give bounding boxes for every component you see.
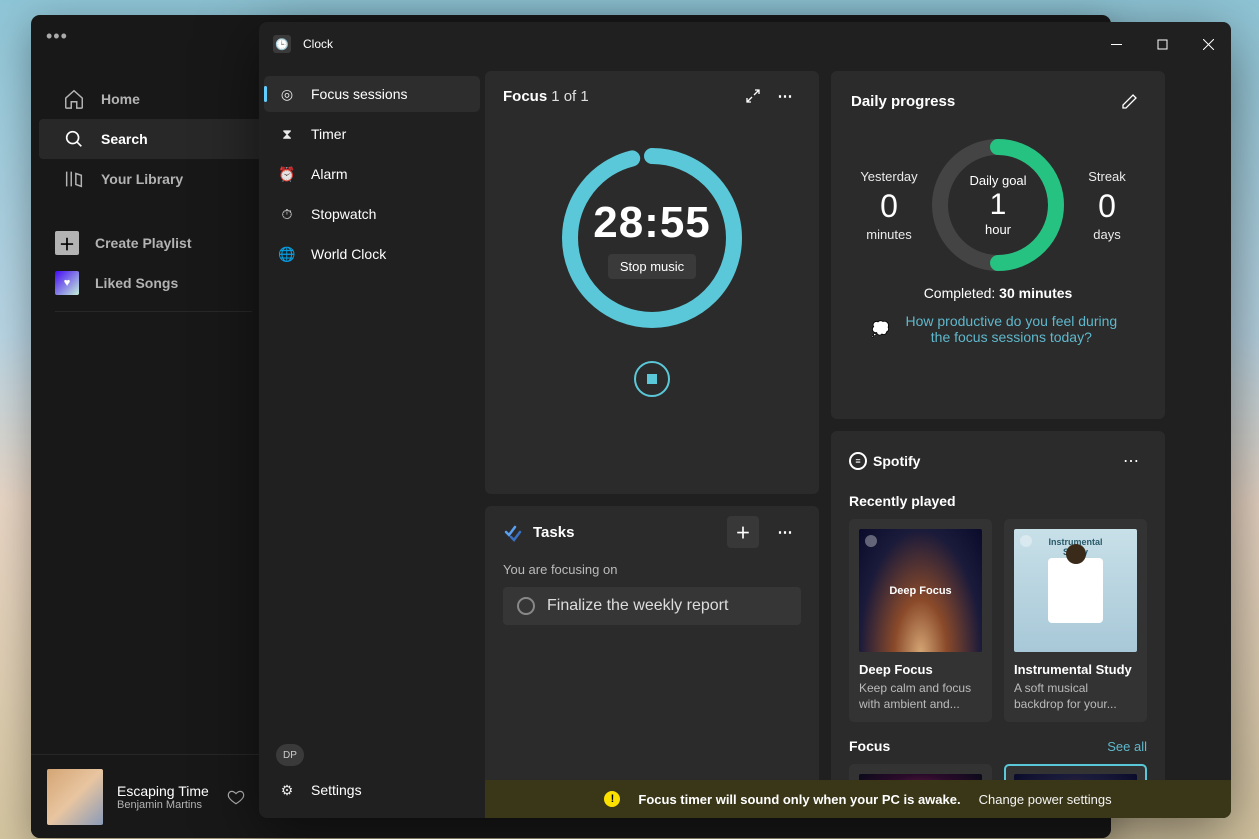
goal-progress-ring: Daily goal 1 hour — [928, 135, 1068, 275]
nav-label: Liked Songs — [95, 275, 178, 291]
nav-settings[interactable]: ⚙ Settings — [264, 772, 480, 808]
daily-progress-card: Daily progress Yesterday 0 minutes — [831, 71, 1165, 419]
album-art[interactable] — [47, 769, 103, 825]
task-checkbox[interactable] — [517, 597, 535, 615]
focus-counter: 1 of 1 — [551, 88, 589, 105]
library-icon — [63, 168, 85, 190]
task-label: Finalize the weekly report — [547, 597, 728, 615]
more-icon[interactable]: ⋯ — [769, 80, 801, 112]
playlist-desc: A soft musical backdrop for your... — [1014, 681, 1137, 712]
nav-label: Your Library — [101, 171, 183, 187]
liked-songs-button[interactable]: ♥ Liked Songs — [31, 263, 276, 303]
alarm-icon: ⏰ — [278, 166, 296, 183]
clock-app-icon: 🕒 — [273, 35, 291, 53]
playlist-art: Deep Focus — [859, 529, 982, 652]
more-icon[interactable]: ⋯ — [1115, 445, 1147, 477]
divider — [55, 311, 252, 312]
heart-icon: ♥ — [55, 271, 79, 295]
playlist-card[interactable]: InstrumentalStudy Instrumental Study A s… — [1004, 519, 1147, 722]
focus-title: Focus — [503, 88, 547, 105]
playlist-card[interactable]: Deep Focus Deep Focus Keep calm and focu… — [849, 519, 992, 722]
todo-icon — [503, 522, 523, 542]
nav-focus-sessions[interactable]: ◎ Focus sessions — [264, 76, 480, 112]
track-artist[interactable]: Benjamin Martins — [117, 799, 209, 811]
nav-world-clock[interactable]: 🌐 World Clock — [264, 236, 480, 272]
recently-played-heading: Recently played — [849, 493, 1147, 509]
tasks-title: Tasks — [533, 524, 574, 541]
playlist-desc: Keep calm and focus with ambient and... — [859, 681, 982, 712]
nav-label: Home — [101, 91, 140, 107]
nav-label: Stopwatch — [311, 206, 376, 222]
plus-icon: ＋ — [55, 231, 79, 255]
nav-label: Focus sessions — [311, 86, 407, 102]
playlist-name: Deep Focus — [859, 662, 982, 677]
warning-bar: ! Focus timer will sound only when your … — [485, 780, 1231, 818]
maximize-button[interactable] — [1139, 27, 1185, 61]
globe-icon: 🌐 — [278, 246, 296, 263]
clock-sidebar: ◎ Focus sessions ⧗ Timer ⏰ Alarm ⏱ Stopwatch… — [259, 66, 485, 818]
home-icon — [63, 88, 85, 110]
nav-label: World Clock — [311, 246, 386, 262]
feedback-link[interactable]: 💭 How productive do you feel during the … — [851, 313, 1145, 345]
nav-alarm[interactable]: ⏰ Alarm — [264, 156, 480, 192]
daily-title: Daily progress — [851, 93, 955, 110]
hourglass-icon: ⧗ — [278, 126, 296, 143]
sidebar-item-home[interactable]: Home — [39, 79, 268, 119]
sidebar-item-library[interactable]: Your Library — [39, 159, 268, 199]
stat-streak: Streak 0 days — [1073, 169, 1141, 242]
focus-playlists-heading: FocusSee all — [849, 738, 1147, 754]
warning-icon: ! — [604, 791, 620, 807]
sidebar-item-search[interactable]: Search — [39, 119, 268, 159]
focus-progress-ring: 28:55 Stop music — [559, 145, 745, 331]
tasks-subtitle: You are focusing on — [503, 562, 801, 577]
user-badge[interactable]: DP — [276, 744, 304, 766]
search-icon — [63, 128, 85, 150]
see-all-link[interactable]: See all — [1107, 739, 1147, 754]
task-item[interactable]: Finalize the weekly report — [503, 587, 801, 625]
warning-message: Focus timer will sound only when your PC… — [638, 792, 960, 807]
focus-time: 28:55 — [593, 198, 711, 248]
spotify-sidebar: Home Search Your Library ＋ Create Playli… — [31, 71, 276, 328]
nav-label: Create Playlist — [95, 235, 192, 251]
stop-icon — [647, 374, 657, 384]
close-button[interactable] — [1185, 27, 1231, 61]
nav-timer[interactable]: ⧗ Timer — [264, 116, 480, 152]
completed-text: Completed: 30 minutes — [851, 285, 1145, 301]
nav-label: Timer — [311, 126, 346, 142]
tasks-card: Tasks ＋ ⋯ You are focusing on Finalize t… — [485, 506, 819, 786]
stop-session-button[interactable] — [634, 361, 670, 397]
track-title[interactable]: Escaping Time — [117, 783, 209, 799]
clock-window: 🕒 Clock ◎ Focus sessions ⧗ Timer ⏰ Alarm ⏱ S… — [259, 22, 1231, 818]
create-playlist-button[interactable]: ＋ Create Playlist — [31, 223, 276, 263]
spotify-integration-card: ≡Spotify ⋯ Recently played Deep Focus De… — [831, 431, 1165, 818]
playlist-name: Instrumental Study — [1014, 662, 1137, 677]
change-power-settings-link[interactable]: Change power settings — [979, 792, 1112, 807]
expand-icon[interactable] — [737, 80, 769, 112]
feedback-icon: 💭 — [871, 320, 890, 338]
gear-icon: ⚙ — [278, 782, 296, 799]
playlist-art: InstrumentalStudy — [1014, 529, 1137, 652]
window-title: Clock — [303, 37, 333, 51]
add-task-button[interactable]: ＋ — [727, 516, 759, 548]
nav-label: Settings — [311, 782, 362, 798]
more-icon[interactable]: ⋯ — [769, 516, 801, 548]
edit-icon[interactable] — [1113, 85, 1145, 117]
focus-session-card: Focus 1 of 1 ⋯ 28:55 S — [485, 71, 819, 494]
stop-music-button[interactable]: Stop music — [608, 254, 696, 279]
stopwatch-icon: ⏱ — [278, 206, 296, 223]
heart-icon[interactable] — [227, 788, 245, 806]
nav-label: Alarm — [311, 166, 348, 182]
stat-yesterday: Yesterday 0 minutes — [855, 169, 923, 242]
spotify-logo: ≡Spotify — [849, 452, 920, 470]
nav-stopwatch[interactable]: ⏱ Stopwatch — [264, 196, 480, 232]
nav-label: Search — [101, 131, 148, 147]
target-icon: ◎ — [278, 86, 296, 103]
menu-dots-icon[interactable]: ••• — [46, 26, 68, 47]
minimize-button[interactable] — [1093, 27, 1139, 61]
titlebar: 🕒 Clock — [259, 22, 1231, 66]
